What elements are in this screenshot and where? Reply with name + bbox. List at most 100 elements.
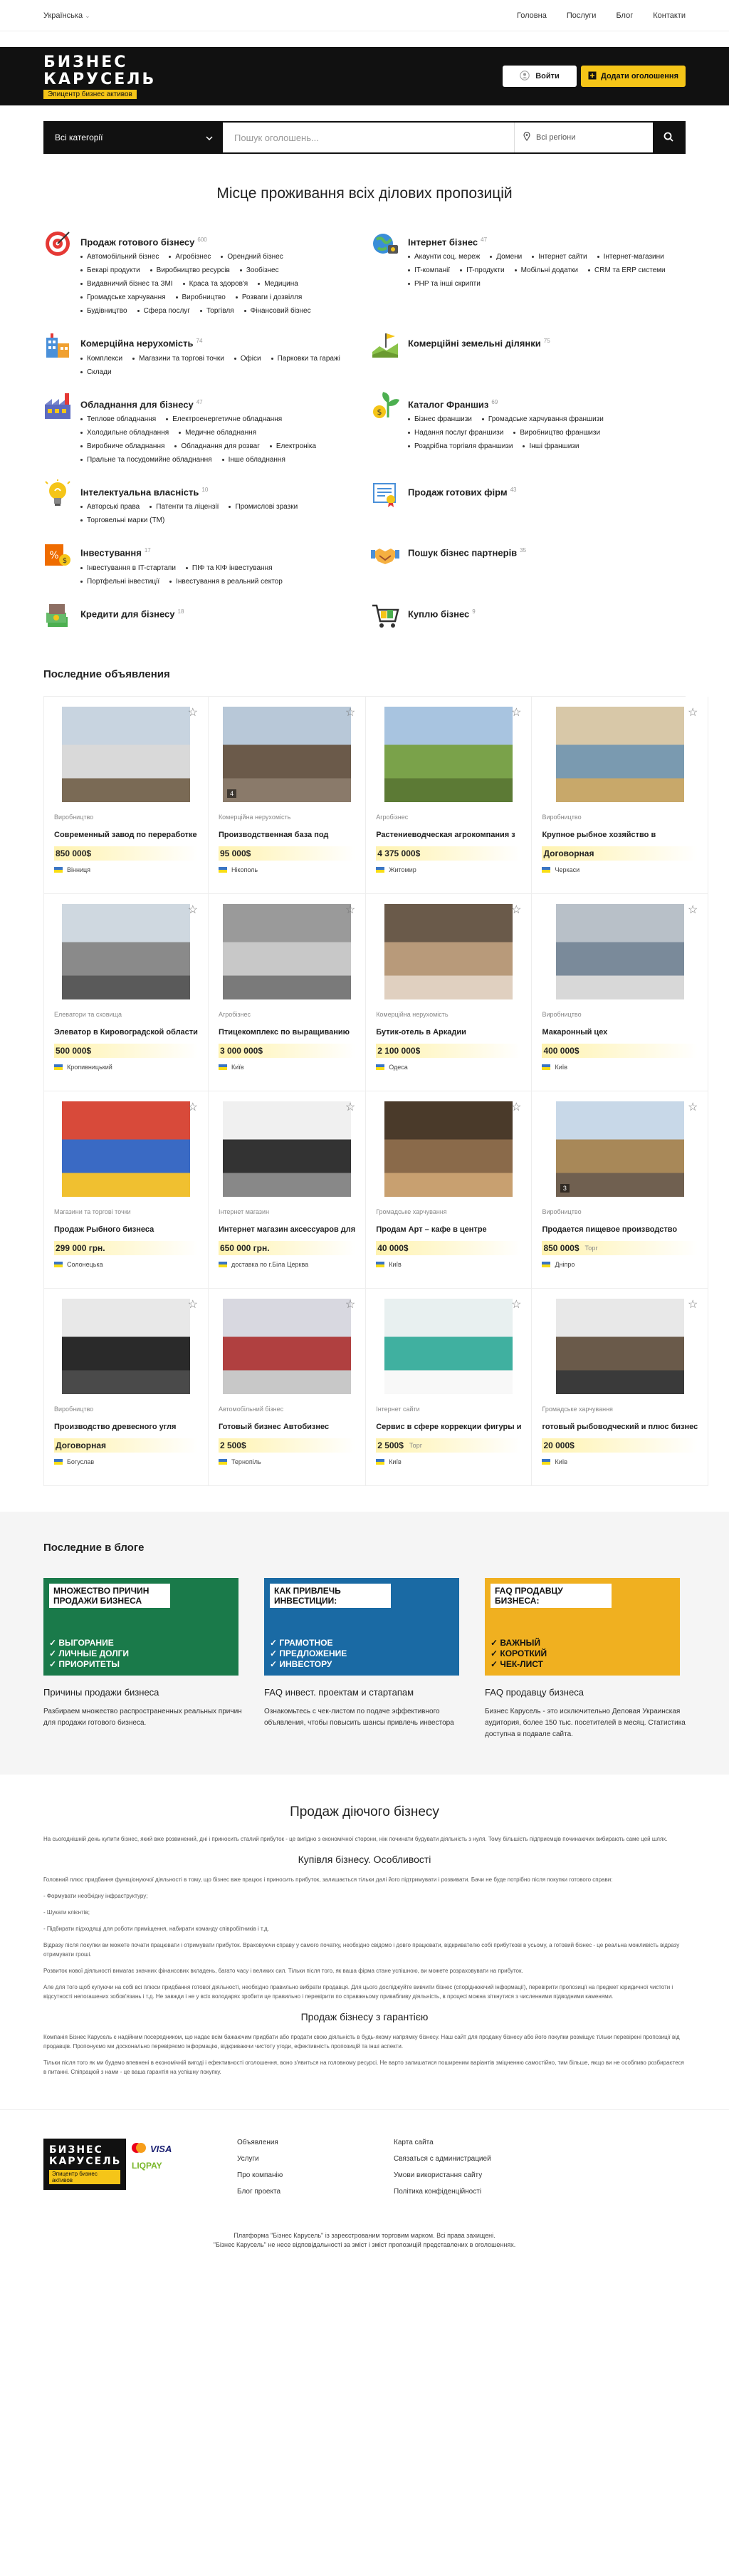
listing-card[interactable]: ☆ Елеватори та сховища Элеватор в Кирово… <box>44 893 209 1091</box>
subcategory-link[interactable]: Роздрібна торгівля франшизи <box>408 442 513 450</box>
blog-post[interactable]: КАК ПРИВЛЕЧЬ ИНВЕСТИЦИИ: ✓ ГРАМОТНОЕ ✓ П… <box>264 1577 465 1740</box>
nav-home[interactable]: Головна <box>517 11 547 20</box>
favorite-star-icon[interactable]: ☆ <box>345 903 355 917</box>
site-logo[interactable]: БИЗНЕС КАРУСЕЛЬ Эпицентр бизнес активов <box>43 53 156 99</box>
category-link[interactable]: Інтернет бізнес 47 <box>408 237 686 247</box>
search-input[interactable]: Пошук оголошень... <box>223 123 515 152</box>
listing-photo[interactable] <box>384 903 513 999</box>
blog-post-image[interactable]: МНОЖЕСТВО ПРИЧИН ПРОДАЖИ БИЗНЕСА ✓ ВЫГОР… <box>43 1577 238 1676</box>
subcategory-link[interactable]: Пральне та посудомийне обладнання <box>80 456 212 464</box>
favorite-star-icon[interactable]: ☆ <box>345 1297 355 1312</box>
footer-link[interactable]: Блог проекта <box>237 2188 387 2196</box>
listing-photo[interactable] <box>223 1101 352 1197</box>
category-link[interactable]: Каталог Франшиз 69 <box>408 399 686 410</box>
subcategory-link[interactable]: Інтернет сайти <box>532 253 587 261</box>
category-link[interactable]: Інвестування 17 <box>80 547 358 558</box>
subcategory-link[interactable]: Мобільні додатки <box>515 266 578 274</box>
subcategory-link[interactable]: Інвестування в IT-стартапи <box>80 564 176 572</box>
listing-title[interactable]: Производство древесного угля <box>54 1423 198 1431</box>
listing-photo[interactable]: 4 <box>223 706 352 802</box>
listing-card[interactable]: ☆ Виробництво Крупное рыбное хозяйство в… <box>532 696 709 894</box>
favorite-star-icon[interactable]: ☆ <box>688 1297 698 1312</box>
listing-card[interactable]: ☆ Інтернет сайти Сервис в сфере коррекци… <box>366 1288 533 1486</box>
listing-title[interactable]: готовый рыбоводческий и плюс бизнес <box>542 1423 698 1431</box>
listing-title[interactable]: Элеватор в Кировоградской области <box>54 1028 198 1037</box>
subcategory-link[interactable]: Промислові зразки <box>229 503 298 511</box>
blog-post-image[interactable]: FAQ ПРОДАВЦУ БИЗНЕСА: ✓ ВАЖНЫЙ ✓ КОРОТКИ… <box>485 1577 680 1676</box>
listing-card[interactable]: ☆ Інтернет магазин Интернет магазин аксе… <box>208 1091 367 1289</box>
listing-photo[interactable] <box>61 903 190 999</box>
subcategory-link[interactable]: Патенти та ліцензії <box>150 503 219 511</box>
subcategory-link[interactable]: Теплове обладнання <box>80 415 156 423</box>
listing-card[interactable]: ☆ Громадське харчування Продам Арт – каф… <box>366 1091 533 1289</box>
subcategory-link[interactable]: Торгівля <box>200 307 234 315</box>
subcategory-link[interactable]: Бізнес франшизи <box>408 415 472 423</box>
listing-card[interactable]: ☆ Магазини та торгові точки Продаж Рыбно… <box>44 1091 209 1289</box>
blog-post-title[interactable]: FAQ продавцу бизнеса <box>485 1687 686 1698</box>
subcategory-link[interactable]: Краса та здоров'я <box>183 280 248 288</box>
listing-photo[interactable] <box>61 1101 190 1197</box>
listing-title[interactable]: Сервис в сфере коррекции фигуры и <box>376 1423 521 1431</box>
blog-post-title[interactable]: FAQ инвест. проектам и стартапам <box>264 1687 465 1698</box>
subcategory-link[interactable]: Орендний бізнес <box>221 253 283 261</box>
listing-card[interactable]: ☆ Виробництво Макаронный цех 400 000$ Ки… <box>532 893 709 1091</box>
subcategory-link[interactable]: ПІФ та КІФ інвестування <box>186 564 273 572</box>
category-link[interactable]: Інтелектуальна власність 10 <box>80 487 358 497</box>
subcategory-link[interactable]: Надання послуг франшизи <box>408 429 503 437</box>
subcategory-link[interactable]: CRM та ERP системи <box>588 266 666 274</box>
subcategory-link[interactable]: Виробниче обладнання <box>80 442 164 450</box>
favorite-star-icon[interactable]: ☆ <box>345 1100 355 1114</box>
subcategory-link[interactable]: Видавничий бізнес та ЗМІ <box>80 280 173 288</box>
add-listing-button[interactable]: Додати оголошення <box>580 66 686 87</box>
favorite-star-icon[interactable]: ☆ <box>188 1297 198 1312</box>
listing-title[interactable]: Производственная база под <box>219 831 355 839</box>
listing-card[interactable]: ☆ Виробництво Производство древесного уг… <box>44 1288 209 1486</box>
subcategory-link[interactable]: Інші франшизи <box>523 442 579 450</box>
listing-title[interactable]: Макаронный цех <box>542 1028 698 1037</box>
subcategory-link[interactable]: Агробізнес <box>169 253 211 261</box>
favorite-star-icon[interactable]: ☆ <box>511 705 521 720</box>
listing-card[interactable]: ☆ Виробництво Современный завод по перер… <box>44 696 209 894</box>
category-link[interactable]: Продаж готових фірм 43 <box>408 487 686 497</box>
listing-card[interactable]: ☆ Агробізнес Птицекомплекс по выращивани… <box>208 893 367 1091</box>
subcategory-link[interactable]: Виробництво ресурсів <box>150 266 230 274</box>
blog-post[interactable]: FAQ ПРОДАВЦУ БИЗНЕСА: ✓ ВАЖНЫЙ ✓ КОРОТКИ… <box>485 1577 686 1740</box>
subcategory-link[interactable]: IT-компанії <box>408 266 450 274</box>
subcategory-link[interactable]: IT-продукти <box>460 266 504 274</box>
subcategory-link[interactable]: Сфера послуг <box>137 307 190 315</box>
listing-title[interactable]: Интернет магазин аксессуаров для <box>219 1225 355 1234</box>
subcategory-link[interactable]: Авторські права <box>80 503 140 511</box>
subcategory-link[interactable]: Домени <box>490 253 522 261</box>
listing-photo[interactable] <box>555 903 684 999</box>
category-link[interactable]: Комерційні земельні ділянки 75 <box>408 338 686 348</box>
subcategory-link[interactable]: Електроніка <box>270 442 316 450</box>
nav-services[interactable]: Послуги <box>567 11 597 20</box>
listing-photo[interactable] <box>555 706 684 802</box>
favorite-star-icon[interactable]: ☆ <box>511 903 521 917</box>
footer-link[interactable]: Карта сайта <box>394 2139 543 2146</box>
footer-link[interactable]: Объявления <box>237 2139 387 2146</box>
listing-card[interactable]: ☆ Громадське харчування готовый рыбоводч… <box>532 1288 709 1486</box>
subcategory-link[interactable]: Магазини та торгові точки <box>132 355 224 363</box>
language-selector[interactable]: Українська ⌄ <box>43 11 90 20</box>
favorite-star-icon[interactable]: ☆ <box>688 903 698 917</box>
blog-post-title[interactable]: Причины продажи бизнеса <box>43 1687 244 1698</box>
subcategory-link[interactable]: Виробництво франшизи <box>513 429 600 437</box>
category-link[interactable]: Кредити для бізнесу 18 <box>80 608 358 619</box>
listing-title[interactable]: Растениеводческая агрокомпания з <box>376 831 521 839</box>
listing-title[interactable]: Продается пищевое производство <box>542 1225 698 1234</box>
subcategory-link[interactable]: Громадське харчування <box>80 294 166 301</box>
listing-title[interactable]: Современный завод по переработке <box>54 831 198 839</box>
footer-link[interactable]: Політика конфіденційності <box>394 2188 543 2196</box>
nav-contacts[interactable]: Контакти <box>653 11 686 20</box>
subcategory-link[interactable]: Електроенергетичне обладнання <box>166 415 282 423</box>
favorite-star-icon[interactable]: ☆ <box>688 1100 698 1114</box>
login-button[interactable]: Войти <box>502 66 577 87</box>
subcategory-link[interactable]: Торговельні марки (ТМ) <box>80 516 164 524</box>
category-select[interactable]: Всі категорії <box>45 123 223 152</box>
footer-link[interactable]: Умови використання сайту <box>394 2171 543 2179</box>
subcategory-link[interactable]: Склади <box>80 368 112 376</box>
search-button[interactable] <box>653 123 684 152</box>
subcategory-link[interactable]: Холодильне обладнання <box>80 429 169 437</box>
listing-photo[interactable] <box>223 1298 352 1394</box>
